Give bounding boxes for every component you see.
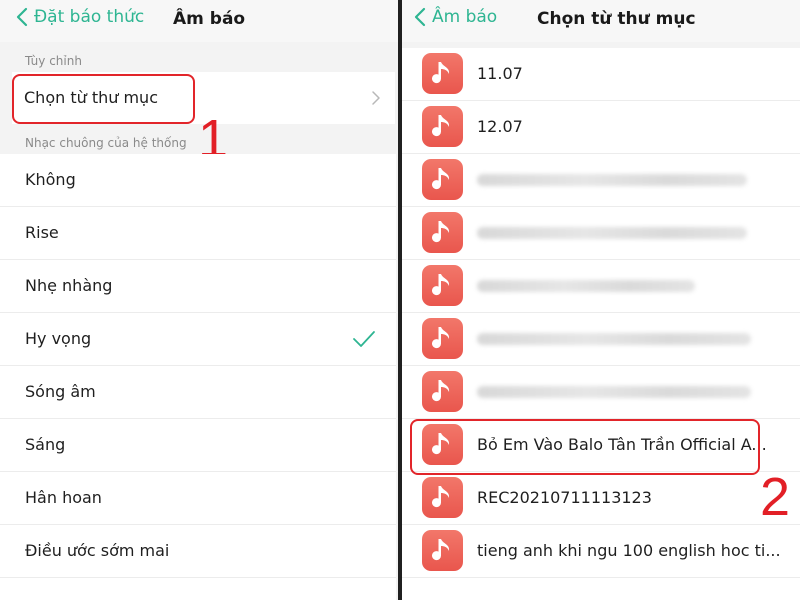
song-item[interactable]: REC20210711113123 (402, 472, 800, 525)
song-item[interactable] (402, 207, 800, 260)
chevron-left-icon (414, 7, 426, 27)
song-label: 12.07 (477, 117, 523, 136)
song-label: REC20210711113123 (477, 488, 652, 507)
ringtone-label: Sóng âm (25, 382, 96, 401)
ringtone-item[interactable]: Nhẹ nhàng (0, 260, 396, 313)
music-note-icon (422, 265, 463, 306)
back-label: Âm báo (432, 7, 498, 27)
music-note-icon (422, 106, 463, 147)
music-note-icon (422, 318, 463, 359)
chevron-right-icon (372, 91, 380, 105)
song-item[interactable] (402, 154, 800, 207)
ringtone-label: Hy vọng (25, 329, 92, 348)
page-title: Chọn từ thư mục (537, 9, 696, 29)
song-list: 11.07 12.07 Bỏ Em Vào Balo Tân Trần Offi… (402, 48, 800, 600)
music-note-icon (422, 371, 463, 412)
ringtone-list: Không Rise Nhẹ nhàng Hy vọng Sóng âm Sán… (0, 154, 396, 600)
custom-section-label: Tùy chỉnh (25, 54, 82, 68)
ringtone-item[interactable]: Sáng (0, 419, 396, 472)
back-label: Đặt báo thức (34, 7, 145, 27)
folder-screen: Âm báo Chọn từ thư mục 11.07 12.07 Bỏ Em… (402, 0, 800, 600)
blurred-song-title (477, 386, 751, 398)
checkmark-icon (353, 331, 375, 347)
ringtone-label: Nhẹ nhàng (25, 276, 113, 295)
system-section-label: Nhạc chuông của hệ thống (25, 136, 187, 150)
music-note-icon (422, 477, 463, 518)
song-item[interactable]: 11.07 (402, 48, 800, 101)
ringtone-screen: Đặt báo thức Âm báo Tùy chỉnh Chọn từ th… (0, 0, 398, 600)
ringtone-label: Hân hoan (25, 488, 102, 507)
ringtone-item-selected[interactable]: Hy vọng (0, 313, 396, 366)
blurred-song-title (477, 280, 695, 292)
highlight-box-2 (410, 419, 760, 475)
ringtone-label: Sáng (25, 435, 66, 454)
ringtone-item[interactable]: Điều ước sớm mai (0, 525, 396, 578)
header: Đặt báo thức Âm báo (0, 0, 398, 42)
music-note-icon (422, 159, 463, 200)
header: Âm báo Chọn từ thư mục (402, 0, 800, 42)
ringtone-item[interactable]: Rise (0, 207, 396, 260)
highlight-box-1 (12, 74, 195, 124)
ringtone-label: Điều ước sớm mai (25, 541, 170, 560)
ringtone-label: Rise (25, 223, 59, 242)
song-item[interactable]: 12.07 (402, 101, 800, 154)
song-item[interactable] (402, 313, 800, 366)
song-label: tieng anh khi ngu 100 english hoc ti... (477, 541, 781, 560)
music-note-icon (422, 530, 463, 571)
song-item[interactable] (402, 260, 800, 313)
blurred-song-title (477, 174, 747, 186)
blurred-song-title (477, 333, 751, 345)
ringtone-item[interactable]: Không (0, 154, 396, 207)
chevron-left-icon (16, 7, 28, 27)
ringtone-label: Không (25, 170, 76, 189)
music-note-icon (422, 212, 463, 253)
ringtone-item[interactable]: Sóng âm (0, 366, 396, 419)
song-item[interactable]: tieng anh khi ngu 100 english hoc ti... (402, 525, 800, 578)
back-button[interactable]: Đặt báo thức (16, 7, 144, 27)
ringtone-item[interactable]: Hân hoan (0, 472, 396, 525)
page-title: Âm báo (173, 9, 246, 29)
step-number-2: 2 (760, 467, 791, 527)
song-item[interactable] (402, 366, 800, 419)
back-button[interactable]: Âm báo (414, 7, 497, 27)
music-note-icon (422, 53, 463, 94)
song-label: 11.07 (477, 64, 523, 83)
blurred-song-title (477, 227, 747, 239)
